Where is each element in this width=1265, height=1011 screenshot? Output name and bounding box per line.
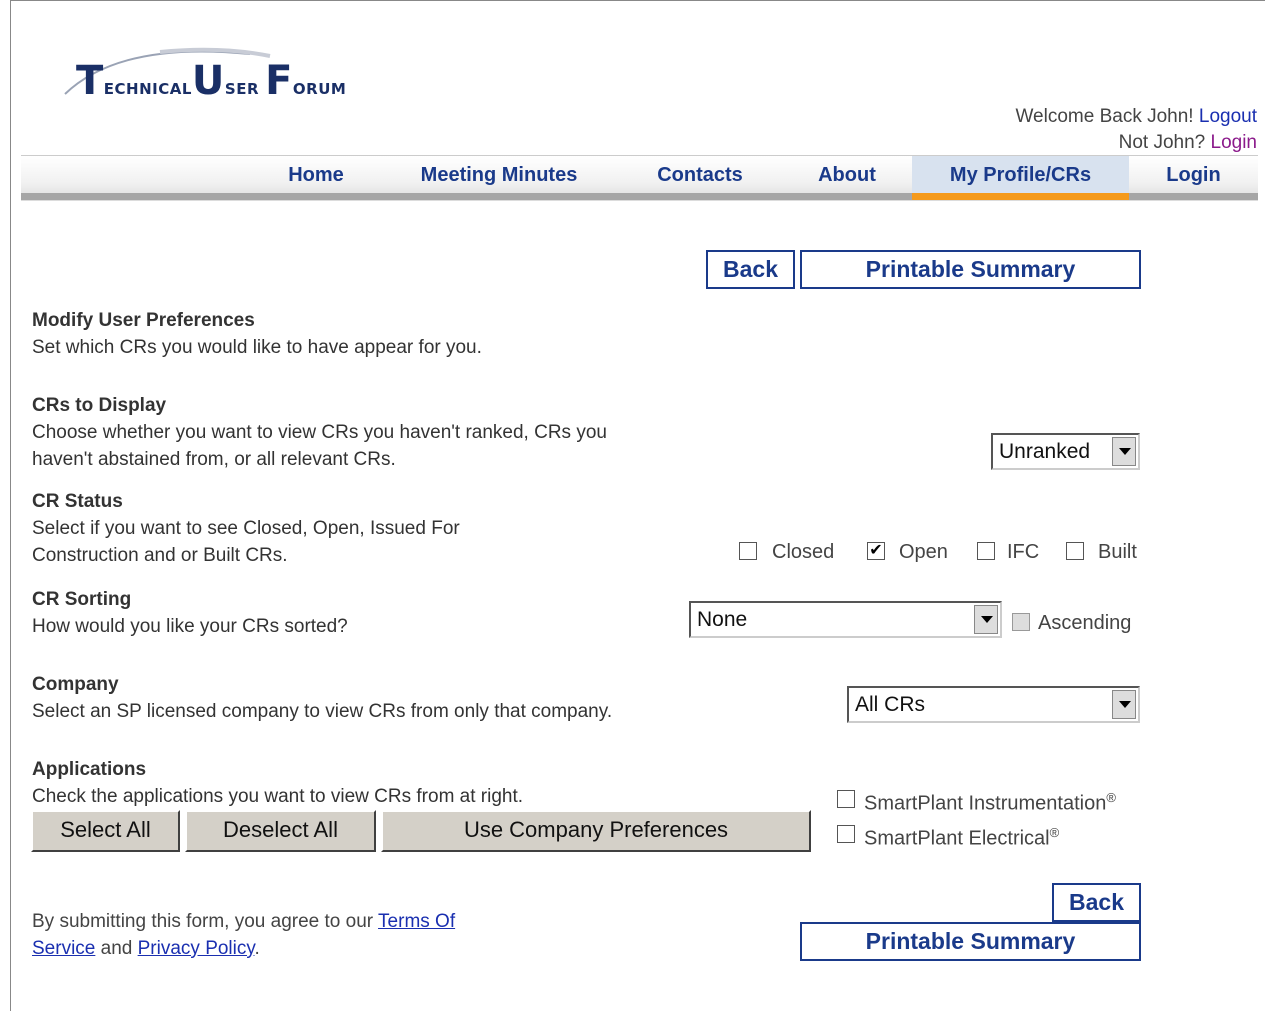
use-company-preferences-button[interactable]: Use Company Preferences xyxy=(381,810,811,852)
welcome-box: Welcome Back John! Logout Not John? Logi… xyxy=(1015,104,1257,156)
app-checkbox-instrumentation[interactable] xyxy=(837,790,855,808)
display-desc-line2: haven't abstained from, or all relevant … xyxy=(32,449,396,470)
ascending-label: Ascending xyxy=(1038,612,1132,634)
sorting-select[interactable]: None xyxy=(689,601,1002,638)
nav-item-my-profile[interactable]: My Profile/CRs xyxy=(912,156,1129,194)
company-title: Company xyxy=(32,674,119,695)
logo-text: TECHNICALUSER FORUM xyxy=(76,58,347,104)
closed-label: Closed xyxy=(772,541,835,563)
prefs-section: Modify User Preferences Set which CRs yo… xyxy=(32,307,482,361)
display-section: CRs to Display Choose whether you want t… xyxy=(32,392,607,473)
closed-checkbox[interactable] xyxy=(739,542,757,560)
status-desc-line1: Select if you want to see Closed, Open, … xyxy=(32,518,460,539)
login-link[interactable]: Login xyxy=(1211,132,1258,153)
nav-item-about[interactable]: About xyxy=(799,156,895,194)
window-border-left xyxy=(10,0,11,1011)
applications-desc: Check the applications you want to view … xyxy=(32,786,524,807)
nav-item-meeting-minutes[interactable]: Meeting Minutes xyxy=(404,156,594,194)
site-logo[interactable]: TECHNICALUSER FORUM xyxy=(60,46,390,116)
back-button-top[interactable]: Back xyxy=(706,250,795,289)
terms-link-part2[interactable]: Service xyxy=(32,938,95,959)
ifc-checkbox[interactable] xyxy=(977,542,995,560)
company-select[interactable]: All CRs xyxy=(847,686,1140,723)
company-section: Company Select an SP licensed company to… xyxy=(32,671,612,725)
deselect-all-button[interactable]: Deselect All xyxy=(185,810,376,852)
logout-link[interactable]: Logout xyxy=(1199,106,1257,127)
terms-notice-text: By submitting this form, you agree to ou… xyxy=(32,911,374,932)
status-section: CR Status Select if you want to see Clos… xyxy=(32,488,460,569)
sorting-select-value: None xyxy=(697,608,748,631)
app-label-electrical: SmartPlant Electrical® xyxy=(864,825,1060,850)
built-checkbox[interactable] xyxy=(1066,542,1084,560)
chevron-down-icon xyxy=(1112,437,1136,466)
nav-item-home[interactable]: Home xyxy=(266,156,366,194)
app-checkbox-electrical[interactable] xyxy=(837,825,855,843)
status-desc-line2: Construction and or Built CRs. xyxy=(32,545,288,566)
display-desc-line1: Choose whether you want to view CRs you … xyxy=(32,422,607,443)
not-user-text: Not John? xyxy=(1118,132,1206,153)
nav-item-contacts[interactable]: Contacts xyxy=(636,156,764,194)
window-border-top xyxy=(10,0,1265,1)
built-label: Built xyxy=(1098,541,1137,563)
display-select[interactable]: Unranked xyxy=(991,433,1140,470)
printable-summary-button-top[interactable]: Printable Summary xyxy=(800,250,1141,289)
period-text: . xyxy=(254,938,260,959)
sorting-section: CR Sorting How would you like your CRs s… xyxy=(32,586,348,640)
terms-link-part1[interactable]: Terms Of xyxy=(378,911,455,932)
select-all-button[interactable]: Select All xyxy=(31,810,180,852)
open-checkbox[interactable]: ✔ xyxy=(867,542,885,560)
nav-item-login[interactable]: Login xyxy=(1141,156,1246,194)
applications-title: Applications xyxy=(32,759,147,780)
display-select-value: Unranked xyxy=(999,440,1091,463)
prefs-title: Modify User Preferences xyxy=(32,310,255,331)
ascending-checkbox[interactable] xyxy=(1012,613,1030,631)
sorting-desc: How would you like your CRs sorted? xyxy=(32,616,348,637)
back-button-bottom[interactable]: Back xyxy=(1052,883,1141,922)
applications-section: Applications Check the applications you … xyxy=(32,756,523,810)
prefs-desc: Set which CRs you would like to have app… xyxy=(32,337,482,358)
sorting-title: CR Sorting xyxy=(32,589,132,610)
chevron-down-icon xyxy=(1112,690,1136,719)
company-desc: Select an SP licensed company to view CR… xyxy=(32,701,613,722)
ifc-label: IFC xyxy=(1007,541,1040,563)
terms-notice: By submitting this form, you agree to ou… xyxy=(32,908,455,962)
app-label-instrumentation: SmartPlant Instrumentation® xyxy=(864,790,1116,815)
printable-summary-button-bottom[interactable]: Printable Summary xyxy=(800,922,1141,961)
display-title: CRs to Display xyxy=(32,395,167,416)
and-text: and xyxy=(100,938,133,959)
welcome-text: Welcome Back John! xyxy=(1015,106,1194,127)
open-label: Open xyxy=(899,541,948,563)
company-select-value: All CRs xyxy=(855,693,926,716)
status-title: CR Status xyxy=(32,491,123,512)
nav-active-indicator xyxy=(912,193,1129,200)
privacy-policy-link[interactable]: Privacy Policy xyxy=(138,938,255,959)
chevron-down-icon xyxy=(974,605,998,634)
